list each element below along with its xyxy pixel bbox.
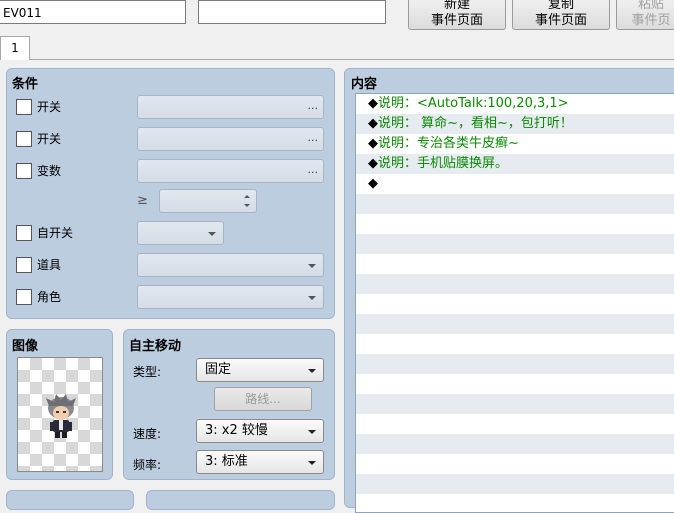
empty-row <box>356 274 674 294</box>
tab-page-1[interactable]: 1 <box>0 36 30 60</box>
command-text: 说明：<AutoTalk:100,20,3,1> <box>378 96 569 111</box>
command-marker: ◆ <box>368 136 378 151</box>
spin-down-icon[interactable] <box>244 204 250 207</box>
copy-page-line1: 复制 <box>547 0 574 12</box>
movement-type-select[interactable]: 固定 <box>196 358 324 382</box>
empty-row <box>356 214 674 234</box>
empty-row <box>356 334 674 354</box>
character-sprite-icon <box>46 394 76 438</box>
empty-row <box>356 314 674 334</box>
self-switch-select[interactable] <box>137 221 224 245</box>
movement-freq-select[interactable]: 3: 标准 <box>196 450 324 474</box>
empty-row <box>356 234 674 254</box>
movement-type-label: 类型: <box>133 365 162 379</box>
chevron-down-icon <box>308 461 316 465</box>
image-title: 图像 <box>12 339 39 354</box>
switch2-label: 开关 <box>37 132 62 146</box>
switch1-checkbox[interactable] <box>16 99 32 115</box>
item-label: 道具 <box>37 258 62 272</box>
movement-speed-value: 3: x2 较慢 <box>205 423 268 438</box>
movement-speed-label: 速度: <box>133 427 162 441</box>
image-panel: 图像 <box>6 329 113 480</box>
variable-field[interactable]: ... <box>137 159 324 183</box>
route-button[interactable]: 路线... <box>214 387 312 411</box>
empty-row <box>356 194 674 214</box>
empty-row <box>356 434 674 454</box>
chevron-down-icon <box>308 264 316 268</box>
variable-value-spinner[interactable] <box>159 189 257 213</box>
variable-operator: ≥ <box>137 193 148 208</box>
chevron-down-icon <box>308 296 316 300</box>
list-item[interactable]: ◆说明：专治各类牛皮癣~ <box>356 134 674 154</box>
switch1-ellipsis: ... <box>307 99 319 112</box>
empty-row <box>356 414 674 434</box>
command-marker: ◆ <box>368 96 378 111</box>
paste-event-page-button[interactable]: 粘贴 事件页 <box>616 0 674 30</box>
variable-checkbox[interactable] <box>16 163 32 179</box>
command-marker: ◆ <box>368 156 378 171</box>
chevron-down-icon <box>308 430 316 434</box>
actor-select[interactable] <box>137 285 324 309</box>
new-page-line2: 事件页面 <box>430 13 483 28</box>
character-image-preview[interactable] <box>17 357 103 472</box>
autonomous-movement-panel: 自主移动 类型: 固定 路线... 速度: 3: x2 较慢 频率: 3: 标准 <box>123 329 335 480</box>
self-switch-label: 自开关 <box>37 226 74 240</box>
list-item[interactable]: ◆说明：手机贴膜换屏。 <box>356 154 674 174</box>
event-name-input[interactable]: EV011 <box>0 0 186 24</box>
command-text: 说明： 算命~，看相~，包打听！ <box>378 116 573 131</box>
empty-row <box>356 254 674 274</box>
switch2-field[interactable]: ... <box>137 127 324 151</box>
command-marker: ◆ <box>368 176 378 191</box>
empty-row <box>356 394 674 414</box>
chevron-down-icon <box>308 369 316 373</box>
actor-checkbox[interactable] <box>16 289 32 305</box>
list-item[interactable]: ◆ <box>356 174 674 194</box>
item-select[interactable] <box>137 253 324 277</box>
new-page-line1: 新建 <box>443 0 470 12</box>
autonomous-movement-title: 自主移动 <box>129 339 182 354</box>
priority-panel-partial <box>146 490 335 510</box>
empty-row <box>356 354 674 374</box>
empty-row <box>356 374 674 394</box>
switch1-field[interactable]: ... <box>137 95 324 119</box>
command-marker: ◆ <box>368 116 378 131</box>
tab-divider <box>30 59 674 60</box>
switch2-checkbox[interactable] <box>16 131 32 147</box>
list-item[interactable]: ◆说明：<AutoTalk:100,20,3,1> <box>356 94 674 114</box>
movement-freq-value: 3: 标准 <box>205 454 248 469</box>
item-checkbox[interactable] <box>16 257 32 273</box>
conditions-title: 条件 <box>12 77 39 92</box>
paste-page-line1: 粘贴 <box>637 0 664 12</box>
command-text: 说明：专治各类牛皮癣~ <box>378 136 519 151</box>
list-item[interactable]: ◆说明： 算命~，看相~，包打听！ <box>356 114 674 134</box>
conditions-panel: 条件 开关 ... 开关 ... 变数 ... ≥ 自开关 道具 角色 <box>6 68 335 319</box>
actor-label: 角色 <box>37 290 62 304</box>
paste-page-line2: 事件页 <box>631 13 671 28</box>
movement-speed-select[interactable]: 3: x2 较慢 <box>196 419 324 443</box>
new-event-page-button[interactable]: 新建 事件页面 <box>408 0 506 30</box>
switch2-ellipsis: ... <box>307 131 319 144</box>
chevron-down-icon <box>208 232 216 236</box>
options-panel-partial <box>6 490 134 510</box>
empty-row <box>356 294 674 314</box>
switch1-label: 开关 <box>37 100 62 114</box>
contents-panel: 内容 ◆说明：<AutoTalk:100,20,3,1> ◆说明： 算命~，看相… <box>344 68 674 513</box>
empty-row <box>356 474 674 494</box>
self-switch-checkbox[interactable] <box>16 225 32 241</box>
contents-title: 内容 <box>351 77 378 92</box>
movement-type-value: 固定 <box>205 362 232 377</box>
event-note-input[interactable] <box>198 0 386 24</box>
variable-ellipsis: ... <box>307 163 319 176</box>
empty-row <box>356 454 674 474</box>
variable-label: 变数 <box>37 164 62 178</box>
copy-event-page-button[interactable]: 复制 事件页面 <box>512 0 610 30</box>
command-text: 说明：手机贴膜换屏。 <box>378 156 509 171</box>
spin-up-icon[interactable] <box>244 195 250 198</box>
event-command-list[interactable]: ◆说明：<AutoTalk:100,20,3,1> ◆说明： 算命~，看相~，包… <box>355 93 674 513</box>
movement-freq-label: 频率: <box>133 458 162 472</box>
copy-page-line2: 事件页面 <box>534 13 587 28</box>
